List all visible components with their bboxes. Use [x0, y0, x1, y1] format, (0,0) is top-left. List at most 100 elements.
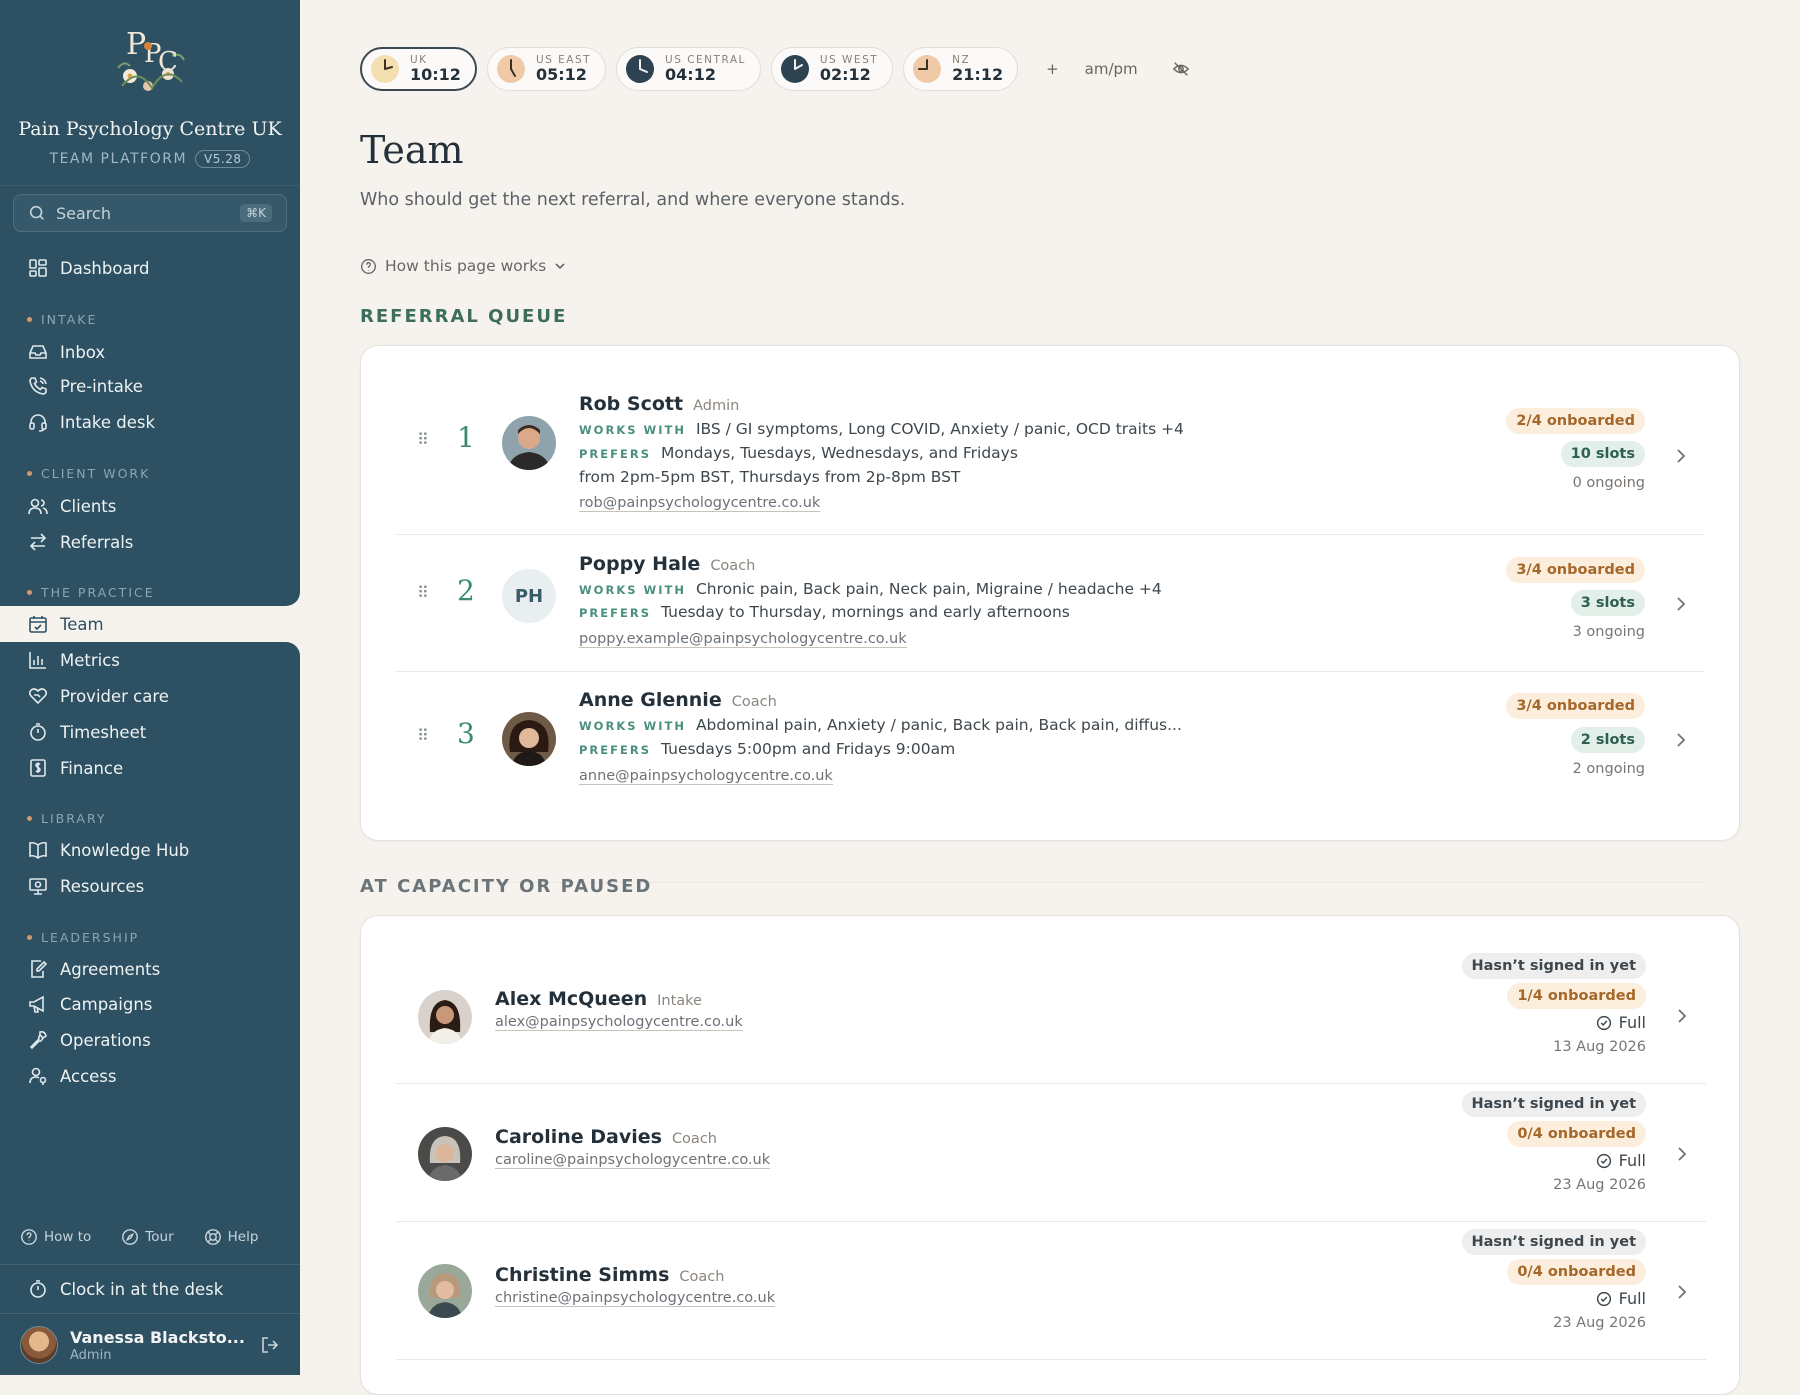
ampm-toggle[interactable]: am/pm — [1085, 60, 1138, 78]
sidebar-item-metrics[interactable]: Metrics — [0, 642, 300, 678]
clock-uk[interactable]: UK 10:12 — [360, 47, 477, 91]
how-this-page-works-toggle[interactable]: How this page works — [360, 257, 574, 275]
status-full: Full — [1596, 1151, 1646, 1170]
check-circle-icon — [1596, 1153, 1611, 1168]
clock-face-icon — [496, 55, 525, 83]
prefers-line: PREFERS Tuesdays 5:00pm and Fridays 9:00a… — [579, 740, 955, 758]
prefers-tag: PREFERS — [579, 606, 651, 620]
member-role: Coach — [731, 694, 777, 710]
clock-face-icon — [780, 55, 809, 83]
onboarded-badge: 0/4 onboarded — [1507, 1121, 1646, 1147]
clock-time: 05:12 — [535, 65, 587, 84]
clock-us-east[interactable]: US EAST 05:12 — [486, 47, 607, 91]
chevron-right-icon[interactable] — [1676, 1009, 1688, 1023]
section-practice: THE PRACTICE — [27, 585, 155, 600]
platform-label: TEAM PLATFORM — [49, 151, 188, 167]
table-row[interactable]: ⠿ 2 PH Poppy Hale Coach WORKS WITH Chronic… — [395, 535, 1705, 672]
signin-status-badge: Hasn’t signed in yet — [1461, 1229, 1646, 1255]
sidebar-item-pre-intake[interactable]: Pre-intake — [0, 368, 300, 404]
search-shortcut: ⌘K — [240, 204, 272, 222]
ongoing-count: 3 ongoing — [1572, 624, 1645, 640]
sidebar-item-team[interactable]: Team — [0, 606, 300, 642]
sidebar-item-provider-care[interactable]: Provider care — [0, 678, 300, 714]
calendar-check-icon — [29, 616, 47, 633]
member-email-link[interactable]: anne@painpsychologycentre.co.uk — [579, 768, 833, 785]
table-row[interactable]: Christine Simms Coach christine@painpsych… — [396, 1222, 1706, 1360]
member-email-link[interactable]: rob@painpsychologycentre.co.uk — [579, 495, 821, 512]
prefers-text: Tuesdays 5:00pm and Fridays 9:00am — [661, 740, 956, 758]
clock-us-central[interactable]: US CENTRAL 04:12 — [616, 47, 761, 91]
sidebar-item-resources[interactable]: Resources — [0, 868, 300, 904]
sidebar-item-clients[interactable]: Clients — [0, 488, 300, 524]
table-row[interactable]: ⠿ 3 Anne Glennie Coach WORKS WITH Abdomina… — [395, 672, 1705, 807]
status-label: Full — [1618, 1151, 1646, 1170]
drag-handle-icon[interactable]: ⠿ — [417, 430, 429, 449]
sidebar-item-finance[interactable]: Finance — [0, 750, 300, 786]
sidebar-item-intake-desk[interactable]: Intake desk — [0, 404, 300, 440]
clock-us-west[interactable]: US WEST 02:12 — [770, 47, 894, 91]
person-photo-icon — [418, 990, 472, 1044]
search-input[interactable]: Search ⌘K — [13, 194, 287, 232]
sidebar-item-operations[interactable]: Operations — [0, 1022, 300, 1058]
how-to-link[interactable]: How to — [20, 1228, 91, 1246]
status-date: 23 Aug 2026 — [1553, 1315, 1646, 1331]
chevron-right-icon[interactable] — [1675, 597, 1687, 611]
sidebar-item-label: Metrics — [60, 650, 120, 670]
help-circle-icon — [21, 1229, 37, 1245]
sidebar-item-knowledge-hub[interactable]: Knowledge Hub — [0, 832, 300, 868]
member-role: Coach — [710, 558, 756, 574]
chevron-right-icon[interactable] — [1675, 449, 1687, 463]
member-email-link[interactable]: caroline@painpsychologycentre.co.uk — [495, 1152, 771, 1169]
member-name-text: Caroline Davies — [495, 1126, 662, 1148]
logout-icon[interactable] — [260, 1335, 280, 1355]
chevron-right-icon[interactable] — [1676, 1147, 1688, 1161]
document-edit-icon — [31, 960, 48, 978]
sidebar-item-referrals[interactable]: Referrals — [0, 524, 300, 560]
sidebar-item-campaigns[interactable]: Campaigns — [0, 986, 300, 1022]
member-email-link[interactable]: poppy.example@painpsychologycentre.co.uk — [579, 631, 907, 648]
wrench-icon — [29, 1031, 47, 1050]
drag-handle-icon[interactable]: ⠿ — [417, 583, 429, 602]
help-link[interactable]: Help — [204, 1228, 258, 1246]
sidebar-item-timesheet[interactable]: Timesheet — [0, 714, 300, 750]
clock-nz[interactable]: NZ 21:12 — [903, 47, 1019, 91]
user-profile[interactable]: Vanessa Blacksto... Admin — [20, 1326, 280, 1364]
status-label: Full — [1618, 1289, 1646, 1308]
member-email-link[interactable]: alex@painpsychologycentre.co.uk — [495, 1014, 743, 1031]
signin-status-badge: Hasn’t signed in yet — [1461, 953, 1646, 979]
works-with-tag: WORKS WITH — [579, 719, 686, 733]
clock-in-button[interactable]: Clock in at the desk — [0, 1264, 300, 1314]
works-with-line: WORKS WITH Abdominal pain, Anxiety / pani… — [579, 716, 1182, 734]
status-full: Full — [1596, 1013, 1646, 1032]
version-badge: V5.28 — [195, 150, 251, 168]
sidebar-item-label: Team — [60, 614, 104, 634]
drag-handle-icon[interactable]: ⠿ — [417, 726, 429, 745]
chevron-down-icon — [555, 263, 565, 270]
member-name-text: Anne Glennie — [579, 689, 722, 711]
member-name: Caroline Davies Coach — [495, 1126, 717, 1148]
member-email-link[interactable]: christine@painpsychologycentre.co.uk — [495, 1290, 776, 1307]
sidebar-item-agreements[interactable]: Agreements — [0, 951, 300, 987]
add-clock-button[interactable]: + — [1046, 60, 1059, 78]
avatar — [418, 1264, 472, 1318]
table-row[interactable]: ⠿ 1 Rob Scott Admin WORKS WITH IBS / GI sy… — [395, 375, 1705, 535]
clock-time: 04:12 — [665, 65, 716, 84]
onboarded-badge: 1/4 onboarded — [1507, 983, 1646, 1009]
page-title: Team — [360, 128, 464, 172]
user-name: Vanessa Blacksto... — [70, 1327, 245, 1347]
chevron-right-icon[interactable] — [1675, 733, 1687, 747]
eye-off-icon[interactable] — [1172, 60, 1190, 78]
chevron-right-icon[interactable] — [1676, 1285, 1688, 1299]
prefers-text: Tuesday to Thursday, mornings and early … — [661, 603, 1070, 621]
clock-face-icon — [626, 55, 655, 83]
tour-link[interactable]: Tour — [121, 1228, 174, 1246]
sidebar-item-inbox[interactable]: Inbox — [0, 334, 300, 370]
sidebar-item-label: Dashboard — [60, 258, 150, 278]
slots-badge: 10 slots — [1560, 441, 1645, 467]
ongoing-count: 0 ongoing — [1572, 475, 1645, 491]
sidebar-item-access[interactable]: Access — [0, 1058, 300, 1094]
table-row[interactable]: Alex McQueen Intake alex@painpsychologyce… — [396, 946, 1706, 1084]
sidebar-footer-links: How to Tour Help — [20, 1228, 258, 1246]
table-row[interactable]: Caroline Davies Coach caroline@painpsycho… — [396, 1084, 1706, 1222]
sidebar-item-dashboard[interactable]: Dashboard — [0, 250, 300, 286]
